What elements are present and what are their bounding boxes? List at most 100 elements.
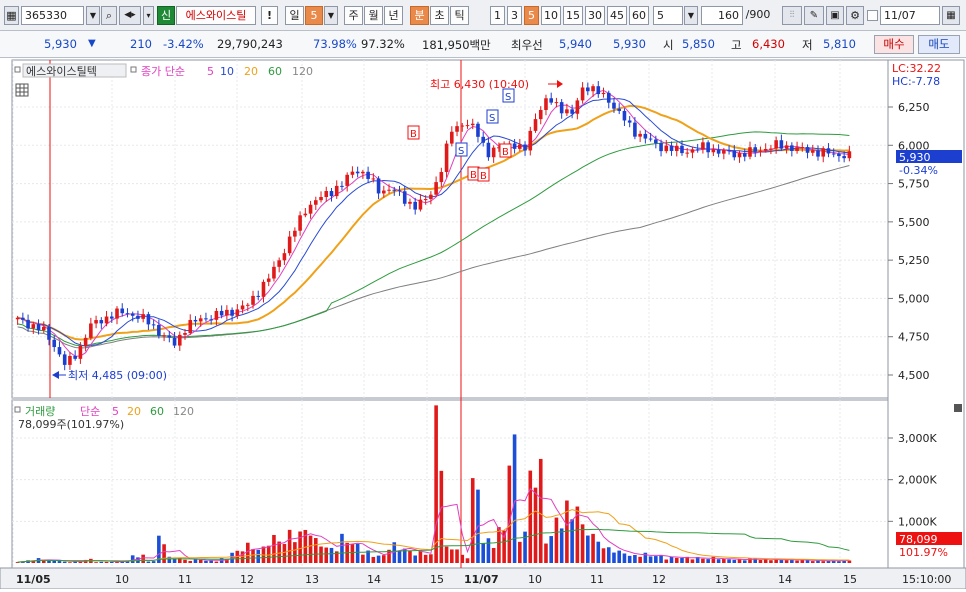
- ma-legend-120: 120: [292, 65, 313, 78]
- day-count-value[interactable]: 5: [305, 6, 323, 25]
- time-axis-label: 11/05: [16, 573, 51, 586]
- volume-bar: [350, 544, 355, 563]
- candle-body: [31, 324, 36, 329]
- volume-tick-label: 1,000K: [898, 515, 937, 528]
- current-price-axis-label: 5,930: [899, 151, 931, 164]
- volume-pct-axis-label: 101.97%: [899, 546, 948, 559]
- candle-body: [470, 123, 475, 126]
- interval-1-button[interactable]: 1: [490, 6, 505, 25]
- period-year-button[interactable]: 년: [384, 6, 403, 25]
- data-table-icon[interactable]: [15, 83, 29, 97]
- volume-bar: [104, 561, 109, 563]
- date-input[interactable]: 11/07: [880, 6, 940, 25]
- price-panel[interactable]: [11, 59, 889, 399]
- legend-checkbox-icon[interactable]: [14, 66, 21, 73]
- calendar-icon[interactable]: ▦: [942, 6, 960, 25]
- ma-legend-60: 60: [268, 65, 282, 78]
- volume-tick-label: 2,000K: [898, 474, 937, 487]
- save-icon[interactable]: ▣: [826, 6, 844, 25]
- code-dropdown-icon[interactable]: ▼: [86, 6, 100, 25]
- open-price: 5,850: [682, 37, 715, 51]
- candle-body: [711, 149, 716, 153]
- interval-60-button[interactable]: 60: [629, 6, 649, 25]
- candle-body: [816, 150, 820, 157]
- volume-panel[interactable]: [11, 399, 889, 569]
- candle-body: [528, 130, 533, 151]
- period-tick-button[interactable]: 틱: [450, 6, 469, 25]
- candle-body: [188, 319, 193, 333]
- candle-body: [491, 147, 496, 158]
- candle-body: [204, 318, 208, 320]
- candle-body: [622, 110, 627, 121]
- volume-bar: [62, 561, 67, 563]
- high-annotation: 최고 6,430 (10:40): [430, 78, 529, 91]
- candle-body: [606, 92, 611, 103]
- candle-body: [842, 156, 846, 159]
- interval-45-button[interactable]: 45: [607, 6, 627, 25]
- interval-15-button[interactable]: 15: [563, 6, 583, 25]
- candle-body: [104, 316, 109, 324]
- date-checkbox[interactable]: [867, 10, 878, 21]
- candle-body: [612, 102, 616, 109]
- candle-body: [355, 171, 360, 174]
- history-dropdown-icon[interactable]: ▾: [143, 6, 154, 25]
- interval-30-button[interactable]: 30: [585, 6, 605, 25]
- interval-dropdown-icon[interactable]: ▼: [684, 6, 698, 25]
- candle-body: [371, 178, 376, 180]
- candle-body: [795, 147, 799, 152]
- candle-body: [810, 150, 815, 153]
- period-month-button[interactable]: 월: [364, 6, 383, 25]
- volume-bar: [376, 555, 381, 563]
- volume-bar: [109, 561, 114, 563]
- volume-bar: [251, 549, 255, 563]
- volume-bar: [549, 536, 554, 563]
- period-week-button[interactable]: 주: [344, 6, 363, 25]
- candle-body: [774, 140, 778, 149]
- period-second-button[interactable]: 초: [430, 6, 449, 25]
- search-icon[interactable]: ⌕: [101, 6, 117, 25]
- chart-menu-icon[interactable]: ▦: [4, 6, 19, 25]
- gear-icon[interactable]: ⚙: [846, 6, 864, 25]
- data-count-input[interactable]: 160: [701, 6, 743, 25]
- volume-ma-legend-60: 60: [150, 405, 164, 418]
- volume-bar: [188, 560, 193, 563]
- price-tick-label: 5,000: [898, 292, 930, 305]
- sell-button[interactable]: 매도: [918, 35, 960, 54]
- prev-next-icon[interactable]: ◀▸: [119, 6, 141, 25]
- candle-body: [570, 109, 574, 114]
- drawing-tool-icon[interactable]: ✎: [804, 6, 824, 25]
- candle-body: [638, 133, 642, 137]
- candle-body: [251, 295, 255, 305]
- time-axis-clock: 15:10:00: [902, 573, 951, 586]
- panel-maximize-icon[interactable]: [954, 404, 962, 412]
- volume-bar: [329, 547, 334, 563]
- candle-body: [674, 145, 679, 151]
- candle-body: [654, 139, 658, 144]
- candle-body: [235, 309, 240, 316]
- price-axis-panel[interactable]: [887, 59, 965, 569]
- time-axis-label: 15: [843, 573, 857, 586]
- interval-3-button[interactable]: 3: [507, 6, 522, 25]
- volume-bar: [706, 559, 710, 563]
- stock-name-field[interactable]: 에스와이스틸: [176, 6, 256, 25]
- candle-body: [533, 119, 538, 131]
- candle-body: [695, 149, 700, 151]
- sell-signal-icon: S: [486, 109, 499, 124]
- candle-body: [219, 310, 224, 316]
- stock-code-input[interactable]: 365330: [21, 6, 84, 25]
- buy-button[interactable]: 매수: [874, 35, 914, 54]
- interval-input[interactable]: 5: [653, 6, 683, 25]
- interval-5-button[interactable]: 5: [524, 6, 539, 25]
- volume-legend-checkbox-icon[interactable]: [14, 406, 21, 413]
- interval-10-button[interactable]: 10: [541, 6, 561, 25]
- ma-legend-checkbox-icon[interactable]: [130, 66, 137, 73]
- alert-button[interactable]: !: [261, 6, 278, 25]
- period-day-button[interactable]: 일: [285, 6, 304, 25]
- ma-legend-label: 종가 단순: [141, 65, 185, 78]
- period-minute-button[interactable]: 분: [410, 6, 429, 25]
- low-price: 5,810: [823, 37, 856, 51]
- candle-type-icon[interactable]: ⫶⫶: [782, 6, 802, 25]
- candle-body: [559, 102, 564, 114]
- high-price: 6,430: [752, 37, 785, 51]
- day-count-dropdown-icon[interactable]: ▼: [324, 6, 338, 25]
